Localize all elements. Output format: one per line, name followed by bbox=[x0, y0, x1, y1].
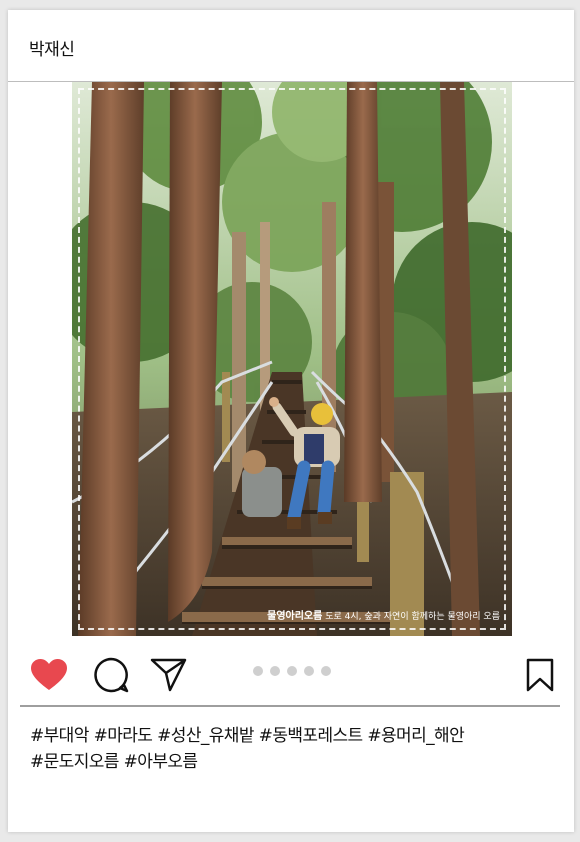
watermark-brand: 물영아리오름 bbox=[267, 611, 323, 622]
carousel-indicator bbox=[253, 666, 331, 676]
divider bbox=[20, 705, 560, 707]
watermark-text: 도로 4시, 숲과 자연이 함께하는 물영아리 오름 bbox=[325, 612, 500, 622]
carousel-dot[interactable] bbox=[287, 666, 297, 676]
post-caption: #부대악 #마라도 #성산_유채밭 #동백포레스트 #용머리_해안 #문도지오름… bbox=[30, 723, 560, 775]
carousel-dot[interactable] bbox=[253, 666, 263, 676]
comment-icon[interactable] bbox=[92, 656, 130, 698]
photo-frame-border bbox=[78, 88, 506, 630]
carousel-dot[interactable] bbox=[270, 666, 280, 676]
post-actions bbox=[8, 650, 574, 700]
username[interactable]: 박재신 bbox=[29, 35, 75, 60]
carousel-dot[interactable] bbox=[321, 666, 331, 676]
photo-watermark: 물영아리오름 도로 4시, 숲과 자연이 함께하는 물영아리 오름 bbox=[267, 607, 500, 622]
caption-hashtags-line-1[interactable]: #부대악 #마라도 #성산_유채밭 #동백포레스트 #용머리_해안 bbox=[30, 723, 560, 749]
post-photo[interactable]: 물영아리오름 도로 4시, 숲과 자연이 함께하는 물영아리 오름 bbox=[72, 82, 512, 636]
heart-icon[interactable] bbox=[30, 658, 68, 696]
post-card: 박재신 물영아리오름 도로 4시, 숲과 자연이 함께하는 물영아리 오름 #부… bbox=[8, 10, 574, 832]
bookmark-icon[interactable] bbox=[526, 658, 554, 696]
post-header: 박재신 bbox=[8, 10, 574, 82]
carousel-dot[interactable] bbox=[304, 666, 314, 676]
share-icon[interactable] bbox=[150, 656, 188, 698]
caption-hashtags-line-2[interactable]: #문도지오름 #아부오름 bbox=[30, 749, 560, 775]
